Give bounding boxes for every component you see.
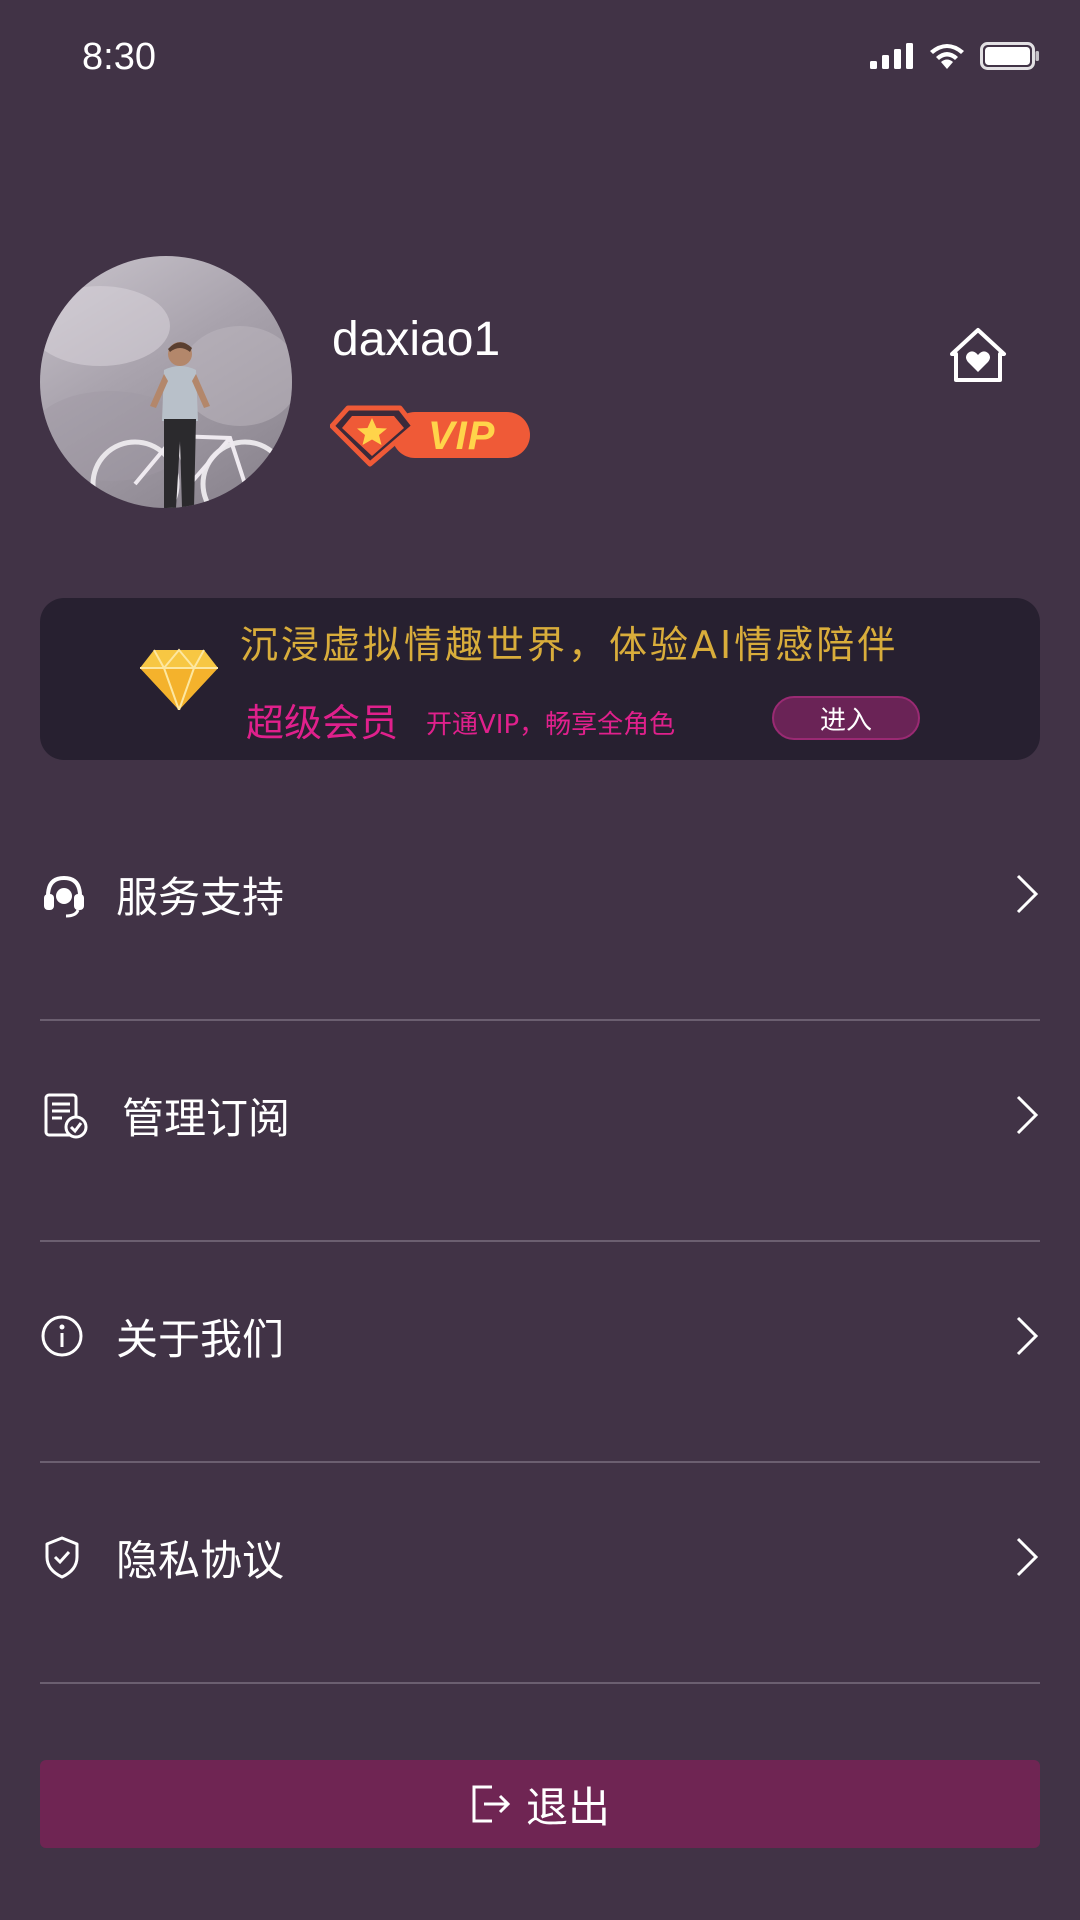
menu-item-label: 管理订阅 (122, 1094, 291, 1143)
chevron-right-icon (1016, 874, 1039, 914)
enter-button[interactable]: 进入 (772, 696, 920, 740)
menu-item-label: 关于我们 (116, 1315, 285, 1364)
divider (40, 1682, 1040, 1684)
menu-item-manage-subscription[interactable]: 管理订阅 (40, 1021, 1040, 1241)
menu-item-about-us[interactable]: 关于我们 (40, 1242, 1040, 1462)
subscription-document-icon (44, 1093, 88, 1139)
banner-subtitle: 开通VIP，畅享全角色 (426, 710, 676, 740)
info-icon (41, 1315, 83, 1357)
avatar[interactable] (40, 256, 292, 508)
menu-item-privacy-policy[interactable]: 隐私协议 (40, 1463, 1040, 1683)
logout-icon (472, 1785, 511, 1823)
chevron-right-icon (1016, 1316, 1039, 1356)
menu-item-label: 服务支持 (116, 873, 285, 922)
status-icons (870, 42, 1040, 70)
menu-item-label: 隐私协议 (116, 1536, 285, 1585)
banner-title: 沉浸虚拟情趣世界，体验AI情感陪伴 (240, 623, 899, 667)
vip-banner[interactable]: 沉浸虚拟情趣世界，体验AI情感陪伴 超级会员 开通VIP，畅享全角色 进入 (40, 598, 1040, 760)
status-bar: 8:30 (0, 0, 1080, 110)
home-heart-icon[interactable] (946, 326, 1010, 384)
signal-icon (870, 43, 913, 69)
chevron-right-icon (1016, 1537, 1039, 1577)
chevron-right-icon (1016, 1095, 1039, 1135)
diamond-icon (140, 648, 218, 710)
avatar-photo (40, 256, 292, 508)
vip-badge-text: VIP (428, 414, 496, 458)
menu-item-service-support[interactable]: 服务支持 (40, 800, 1040, 1020)
logout-label: 退出 (525, 1782, 610, 1832)
shield-check-icon (45, 1536, 79, 1579)
headset-icon (44, 875, 84, 918)
wifi-icon (930, 44, 964, 69)
vip-badge[interactable]: VIP (330, 404, 534, 468)
username: daxiao1 (332, 313, 501, 366)
status-time: 8:30 (82, 36, 156, 78)
logout-button[interactable]: 退出 (40, 1760, 1040, 1848)
banner-super-member: 超级会员 (246, 701, 399, 745)
battery-icon (980, 42, 1039, 70)
